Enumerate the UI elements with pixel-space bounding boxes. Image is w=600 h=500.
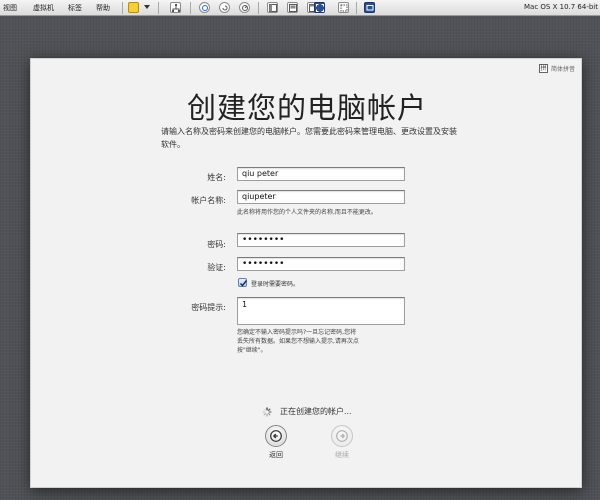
toolbar-separator (356, 2, 357, 14)
input-source-label: 简体拼音 (550, 66, 575, 73)
menu-help[interactable]: 帮助 (96, 3, 110, 13)
toolbar-separator (258, 2, 259, 14)
toolbar-separator (122, 2, 123, 14)
hint-note-line-3: 按"继续"。 (237, 347, 267, 354)
chevron-down-icon[interactable] (142, 2, 153, 13)
arrow-right-icon (336, 430, 348, 442)
arrow-left-icon (270, 430, 282, 442)
intro-text: 请输入名称及密码来创建您的电脑帐户。您需要此密码来管理电脑、更改设置及安装软件。 (161, 127, 457, 149)
status-text: 正在创建您的帐户... (279, 407, 352, 416)
menu-vm[interactable]: 虚拟机 (33, 3, 54, 13)
require-password-checkbox[interactable] (238, 278, 248, 287)
revert-snapshot-icon[interactable] (219, 2, 230, 13)
account-name-field[interactable]: qiupeter (237, 190, 405, 204)
continue-label: 继续 (335, 451, 349, 459)
page-title: 创建您的电脑帐户 (186, 91, 427, 125)
input-source-menu[interactable]: 拼 简体拼音 (538, 64, 575, 73)
toolbar-separator (190, 2, 191, 14)
menu-view[interactable]: 视图 (3, 3, 17, 13)
hint-label: 密码提示: (191, 303, 226, 312)
toolbar-separator (158, 2, 159, 14)
snapshot-manager-icon[interactable] (239, 2, 250, 13)
setup-assistant-window: 拼 简体拼音 创建您的电脑帐户 请输入名称及密码来创建您的电脑帐户。您需要此密码… (30, 58, 582, 488)
console-view-icon[interactable] (287, 2, 298, 13)
hint-note-line-1: 您确定不输入密码提示吗?一旦忘记密码,您将 (237, 329, 357, 336)
checkmark-icon (239, 280, 248, 287)
account-name-label: 帐户名称: (191, 196, 226, 205)
continue-button[interactable] (331, 425, 353, 447)
display-icon[interactable] (364, 2, 375, 13)
back-button[interactable] (265, 425, 287, 447)
name-field[interactable]: qiu peter (237, 167, 405, 181)
network-icon[interactable] (170, 2, 181, 13)
sidebar-view-icon[interactable] (267, 2, 278, 13)
hint-field[interactable]: 1 (237, 297, 405, 325)
name-label: 姓名: (207, 173, 226, 182)
require-password-label: 登录时需要密码。 (251, 281, 300, 288)
vm-title: Mac OS X 10.7 64-bit (524, 3, 598, 11)
unity-icon[interactable] (338, 2, 349, 13)
snapshot-icon[interactable] (199, 2, 210, 13)
power-icon[interactable] (128, 2, 139, 13)
verify-field[interactable]: •••••••• (237, 257, 405, 271)
password-field[interactable]: •••••••• (237, 233, 405, 247)
verify-label: 验证: (207, 263, 226, 272)
fullscreen-icon[interactable] (314, 2, 325, 13)
menu-tabs[interactable]: 标签 (68, 3, 82, 13)
keyboard-icon: 拼 (538, 64, 548, 73)
progress-status: 正在创建您的帐户... (31, 406, 583, 417)
spinner-icon (262, 406, 273, 417)
back-label: 返回 (269, 451, 283, 459)
account-name-note: 此名称将用作您的个人文件夹的名称,而且不能更改。 (237, 209, 377, 216)
vm-toolbar: 视图 虚拟机 标签 帮助 Mac OS X 10.7 64-bit (0, 0, 600, 16)
hint-note-line-2: 丢失所有数据。如果您不想输入提示,请再次点 (237, 338, 359, 345)
password-label: 密码: (207, 240, 226, 249)
